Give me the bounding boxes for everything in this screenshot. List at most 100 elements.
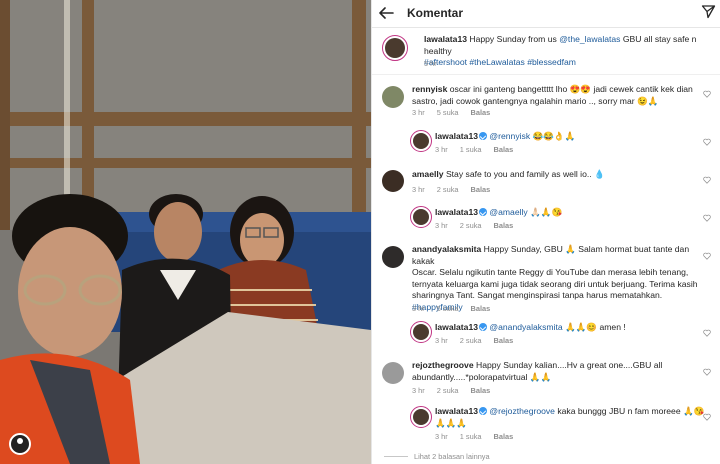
like-heart-icon[interactable] <box>703 90 711 98</box>
photo-user-avatar[interactable] <box>9 433 31 455</box>
caption-avatar[interactable] <box>382 35 408 61</box>
post-photo <box>0 0 371 464</box>
reply-text: lawalata13 @amaelly 🙏🏻🙏😘 <box>435 207 705 219</box>
reply-time: 3 hr <box>435 336 448 345</box>
reply-text: lawalata13 @rennyisk 😂😂👌🙏 <box>435 131 705 143</box>
reply-text: lawalata13 @anandyalaksmita 🙏🙏😊 amen ! <box>435 322 705 334</box>
comment-likes[interactable]: 5 suka <box>437 304 459 313</box>
comment-meta: 3 hr 2 suka Balas <box>412 386 502 395</box>
reply-mention[interactable]: @anandyalaksmita <box>489 322 562 332</box>
reply-button[interactable]: Balas <box>471 304 491 313</box>
photo-illustration <box>0 0 371 464</box>
reply-likes[interactable]: 1 suka <box>460 145 482 154</box>
comment-time: 3 hr <box>412 185 425 194</box>
caption-hashtags[interactable]: #aftershoot #theLawalatas #blessedfam <box>424 57 576 67</box>
comment-username[interactable]: rejozthegroove <box>412 360 474 370</box>
comment-body-4: sharingnya Tant. Sangat menginspirasi ta… <box>412 290 663 300</box>
comments-panel: Komentar lawalata13 Happy Sunday from us… <box>371 0 720 464</box>
reply-time: 3 hr <box>435 221 448 230</box>
verified-badge-icon <box>479 407 487 415</box>
verified-badge-icon <box>479 132 487 140</box>
comment-body-3: ternyata keluarga kami juga tidak seoran… <box>412 278 698 289</box>
reply-button[interactable]: Balas <box>494 336 514 345</box>
verified-badge-icon <box>479 208 487 216</box>
reply-mention[interactable]: @amaelly <box>489 207 527 217</box>
view-more-replies-button[interactable]: Lihat 2 balasan lainnya <box>414 452 490 461</box>
comment-time: 3 hr <box>412 108 425 117</box>
caption-text: lawalata13 Happy Sunday from us @the_law… <box>424 34 714 69</box>
comment-meta: 3 hr 2 suka Balas <box>412 185 502 194</box>
reply-username[interactable]: lawalata13 <box>435 406 478 416</box>
reply-body: 🙏🏻🙏😘 <box>527 207 563 217</box>
reply-username[interactable]: lawalata13 <box>435 131 478 141</box>
caption-body: Happy Sunday from us <box>469 34 560 44</box>
comment-username[interactable]: amaelly <box>412 169 444 179</box>
reply-username[interactable]: lawalata13 <box>435 207 478 217</box>
like-heart-icon[interactable] <box>703 214 711 222</box>
reply-button[interactable]: Balas <box>471 108 491 117</box>
comment-likes[interactable]: 2 suka <box>437 185 459 194</box>
reply-avatar[interactable] <box>410 321 432 343</box>
reply-time: 3 hr <box>435 432 448 441</box>
comment-time: 3 hr <box>412 386 425 395</box>
comment-body: oscar ini ganteng bangettttt lho 😍😍 jadi… <box>449 84 693 94</box>
back-arrow-icon[interactable] <box>377 4 395 22</box>
reply-button[interactable]: Balas <box>494 221 514 230</box>
comments-header: Komentar <box>372 0 720 28</box>
like-heart-icon[interactable] <box>703 138 711 146</box>
comment-text: amaelly Stay safe to you and family as w… <box>412 169 702 181</box>
reply-body: 🙏🙏😊 amen ! <box>562 322 626 332</box>
comment-body: Stay safe to you and family as well io..… <box>445 169 605 179</box>
reply-button[interactable]: Balas <box>494 432 514 441</box>
reply-button[interactable]: Balas <box>471 185 491 194</box>
reply-body-2: 🙏🙏🙏 <box>435 417 468 428</box>
send-icon[interactable] <box>701 4 716 19</box>
reply-button[interactable]: Balas <box>494 145 514 154</box>
comment-body: Happy Sunday kalian....Hv a great one...… <box>476 360 663 370</box>
reply-time: 3 hr <box>435 145 448 154</box>
reply-avatar[interactable] <box>410 206 432 228</box>
reply-mention[interactable]: @rennyisk <box>489 131 530 141</box>
comment-username[interactable]: rennyisk <box>412 84 447 94</box>
comment-body-2: sastro, jadi cowok gantengnya ngalahin m… <box>412 95 659 106</box>
comment-text: rennyisk oscar ini ganteng bangettttt lh… <box>412 84 702 107</box>
comment-meta: 3 hr 5 suka Balas <box>412 304 502 313</box>
reply-button[interactable]: Balas <box>471 386 491 395</box>
like-heart-icon[interactable] <box>703 252 711 260</box>
reply-text: lawalata13 @rejozthegroove kaka bunggg J… <box>435 406 705 429</box>
comment-time: 3 hr <box>412 304 425 313</box>
reply-meta: 3 hr 1 suka Balas <box>435 145 525 154</box>
caption-time: 5 hr <box>424 59 437 68</box>
reply-likes[interactable]: 2 suka <box>460 336 482 345</box>
reply-meta: 3 hr 2 suka Balas <box>435 221 525 230</box>
like-heart-icon[interactable] <box>703 329 711 337</box>
reply-body: 😂😂👌🙏 <box>530 131 576 141</box>
caption-mention[interactable]: @the_lawalatas <box>559 34 620 44</box>
comment-text: anandyalaksmita Happy Sunday, GBU 🙏 Sala… <box>412 244 712 313</box>
caption-divider <box>372 74 720 75</box>
comment-likes[interactable]: 2 suka <box>437 386 459 395</box>
like-heart-icon[interactable] <box>703 176 711 184</box>
comment-meta: 3 hr 5 suka Balas <box>412 108 502 117</box>
like-heart-icon[interactable] <box>703 368 711 376</box>
comment-text: rejozthegroove Happy Sunday kalian....Hv… <box>412 360 702 383</box>
reply-username[interactable]: lawalata13 <box>435 322 478 332</box>
reply-avatar[interactable] <box>410 130 432 152</box>
more-replies-line <box>384 456 408 457</box>
reply-avatar[interactable] <box>410 406 432 428</box>
commenter-avatar[interactable] <box>382 362 404 384</box>
commenter-avatar[interactable] <box>382 170 404 192</box>
reply-likes[interactable]: 1 suka <box>460 432 482 441</box>
commenter-avatar[interactable] <box>382 86 404 108</box>
comment-username[interactable]: anandyalaksmita <box>412 244 481 254</box>
reply-likes[interactable]: 2 suka <box>460 221 482 230</box>
caption-username[interactable]: lawalata13 <box>424 34 467 44</box>
like-heart-icon[interactable] <box>703 413 711 421</box>
header-title: Komentar <box>407 6 464 20</box>
reply-body: kaka bunggg JBU n fam moreee 🙏😘 <box>554 406 705 416</box>
reply-mention[interactable]: @rejozthegroove <box>489 406 555 416</box>
comment-likes[interactable]: 5 suka <box>437 108 459 117</box>
reply-meta: 3 hr 1 suka Balas <box>435 432 525 441</box>
commenter-avatar[interactable] <box>382 246 404 268</box>
comment-body-2: abundantly.....*polorapatvirtual 🙏🙏 <box>412 371 552 382</box>
